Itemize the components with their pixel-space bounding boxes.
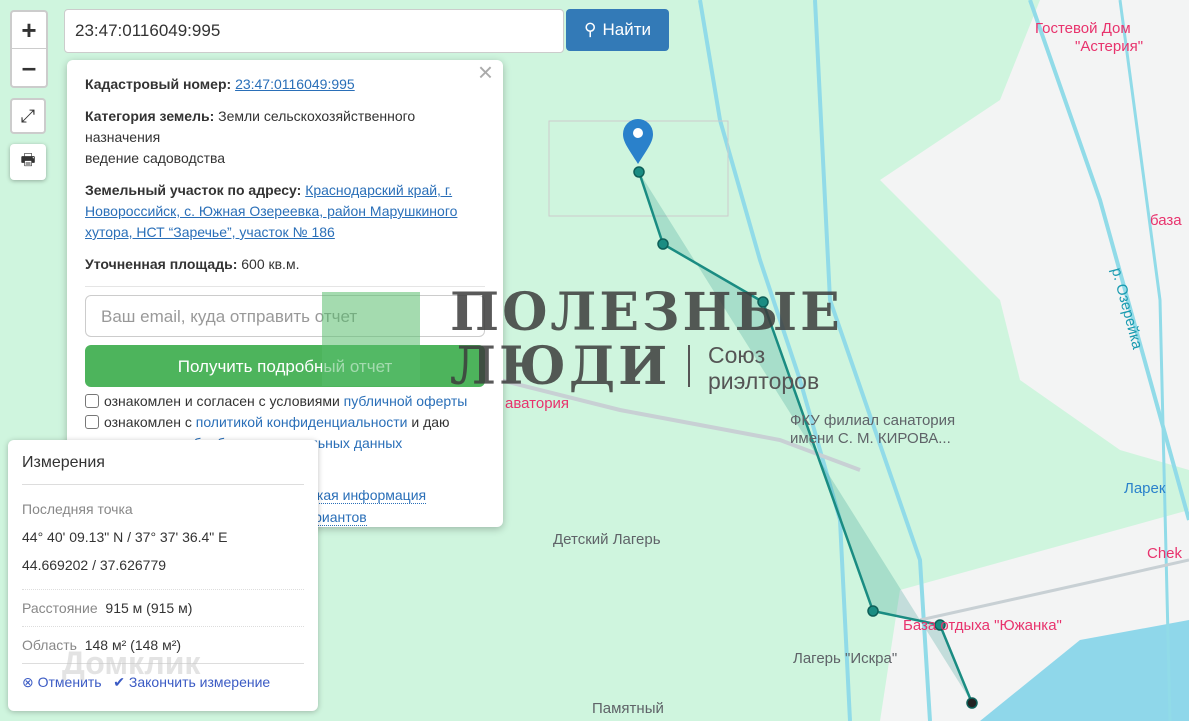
zoom-control: + –: [10, 10, 48, 88]
domclick-watermark: Домклик: [62, 645, 201, 681]
measure-title: Измерения: [22, 454, 105, 471]
cancel-icon: ⊗: [22, 674, 34, 690]
distance-value: 915 м (915 м): [105, 600, 193, 616]
email-input[interactable]: Ваш email, куда отправить отчет: [85, 295, 485, 337]
offer-link[interactable]: публичной оферты: [344, 393, 468, 409]
get-report-button[interactable]: Получить подробный отчет: [85, 345, 485, 387]
land-use: ведение садоводства: [85, 150, 226, 166]
search-icon: ⚲: [584, 20, 597, 39]
watermark-sub1: Союз: [708, 342, 766, 368]
map-label-chek[interactable]: Chek: [1147, 545, 1182, 562]
map-label-fku-2[interactable]: имени С. М. КИРОВА...: [790, 430, 951, 447]
watermark-line1: ПОЛЕЗНЫЕ: [450, 282, 843, 343]
expand-icon: ⤢: [20, 105, 36, 126]
fullscreen-button[interactable]: ⤢: [10, 98, 46, 134]
map-label-sanatoria[interactable]: аватория: [505, 395, 569, 412]
zoom-in-button[interactable]: +: [12, 12, 46, 50]
map-label-pamyat[interactable]: Памятный: [592, 700, 664, 717]
cb2-text-2: и даю: [407, 414, 450, 430]
cadastral-label: Кадастровый номер:: [85, 76, 232, 92]
cadastral-link[interactable]: 23:47:0116049:995: [235, 76, 355, 92]
category-label: Категория земель:: [85, 108, 215, 124]
privacy-link[interactable]: политикой конфиденциальности: [196, 414, 408, 430]
cb2-text: ознакомлен с: [104, 414, 196, 430]
search-button[interactable]: ⚲ Найти: [566, 9, 669, 51]
address-label: Земельный участок по адресу:: [85, 182, 302, 198]
map-label-fku[interactable]: ФКУ филиал санатория: [790, 412, 955, 429]
cb1-text: ознакомлен и согласен с условиями: [104, 393, 344, 409]
privacy-checkbox[interactable]: [85, 415, 99, 429]
map-label-guest-house-2[interactable]: "Астерия": [1075, 38, 1143, 55]
map-label-yuzhanka[interactable]: База отдыха "Южанка": [903, 617, 1062, 634]
print-icon: 🖶: [20, 151, 36, 169]
area-label: Уточненная площадь:: [85, 256, 238, 272]
watermark-sub2: риэлторов: [708, 368, 820, 394]
map-label-larek[interactable]: Ларек: [1124, 480, 1165, 497]
search-button-label: Найти: [602, 20, 651, 39]
watermark-logo-icon: [322, 292, 420, 386]
distance-label: Расстояние: [22, 600, 98, 616]
area-value: 600 кв.м.: [241, 256, 300, 272]
print-button[interactable]: 🖶: [10, 144, 46, 180]
map-label-camp[interactable]: Детский Лагерь: [553, 531, 661, 548]
map-label-baza[interactable]: база: [1150, 212, 1182, 229]
location-pin-icon: [623, 119, 653, 164]
close-icon[interactable]: ×: [478, 59, 493, 85]
offer-checkbox[interactable]: [85, 394, 99, 408]
last-point-label: Последняя точка: [22, 501, 133, 517]
zoom-out-button[interactable]: –: [12, 49, 46, 86]
search-input[interactable]: [64, 9, 564, 53]
coords-dms: 44° 40' 09.13" N / 37° 37' 36.4" E: [22, 529, 228, 545]
map-label-iskra[interactable]: Лагерь "Искра": [793, 650, 897, 667]
watermark-line2: ЛЮДИ: [450, 336, 671, 397]
map-label-guest-house[interactable]: Гостевой Дом: [1035, 20, 1131, 37]
coords-decimal: 44.669202 / 37.626779: [22, 557, 167, 573]
